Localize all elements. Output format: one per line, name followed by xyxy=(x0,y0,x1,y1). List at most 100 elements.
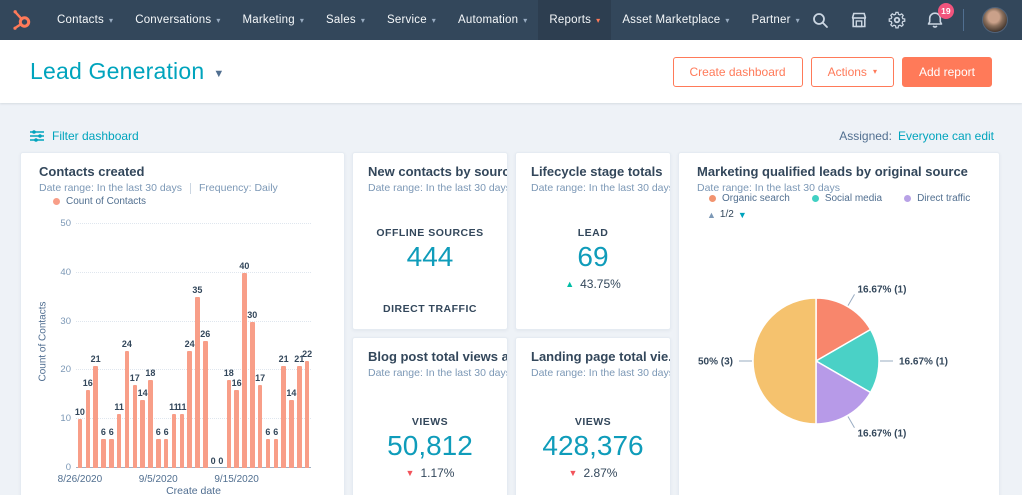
assigned-info: Assigned: Everyone can edit xyxy=(839,129,994,143)
gridline xyxy=(76,369,311,370)
pie-slice-3[interactable] xyxy=(753,298,816,424)
hubspot-logo[interactable] xyxy=(0,0,46,40)
nav-item-sales[interactable]: Sales▾ xyxy=(315,0,376,40)
bar-9/20/2020[interactable] xyxy=(274,439,279,468)
x-tick-label: 8/26/2020 xyxy=(45,474,115,485)
metric-value: 444 xyxy=(353,241,507,273)
metric-delta: ▲ 43.75% xyxy=(516,277,670,291)
nav-item-automation[interactable]: Automation▾ xyxy=(447,0,538,40)
chevron-down-icon: ▾ xyxy=(109,16,113,25)
bar-9/19/2020[interactable] xyxy=(266,439,271,468)
nav-utilities: 19 xyxy=(811,0,1022,40)
bar-9/11/2020[interactable] xyxy=(203,341,208,468)
gridline xyxy=(76,321,311,322)
bar-value-label: 21 xyxy=(83,354,109,364)
bar-9/15/2020[interactable] xyxy=(234,390,239,468)
bar-9/7/2020[interactable] xyxy=(172,414,177,468)
nav-item-conversations[interactable]: Conversations▾ xyxy=(124,0,231,40)
metric-value: 428,376 xyxy=(516,430,670,462)
nav-label: Sales xyxy=(326,14,356,26)
bar-9/24/2020[interactable] xyxy=(305,361,310,468)
bar-9/23/2020[interactable] xyxy=(297,366,302,468)
bar-9/5/2020[interactable] xyxy=(156,439,161,468)
nav-label: Contacts xyxy=(57,14,104,26)
dashboard-title-dropdown[interactable]: Lead Generation ▼ xyxy=(30,58,224,85)
card-subtitle: Date range: In the last 30 days Frequenc… xyxy=(39,182,278,194)
bar-value-label: 40 xyxy=(231,261,257,271)
nav-label: Asset Marketplace xyxy=(622,14,720,26)
y-tick-label: 20 xyxy=(41,364,71,375)
bar-9/22/2020[interactable] xyxy=(289,400,294,468)
bar-8/28/2020[interactable] xyxy=(93,366,98,468)
nav-item-contacts[interactable]: Contacts ▾ xyxy=(46,0,124,40)
legend-dot xyxy=(53,198,60,205)
card-title: Landing page total vie... xyxy=(531,349,671,364)
bar-9/21/2020[interactable] xyxy=(281,366,286,468)
date-range-label: Date range: In the last 30 days xyxy=(39,182,182,194)
filter-bar: Filter dashboard Assigned: Everyone can … xyxy=(0,125,1022,147)
chevron-down-icon: ▼ xyxy=(213,68,224,80)
nav-item-service[interactable]: Service▾ xyxy=(376,0,447,40)
x-tick-label: 9/5/2020 xyxy=(123,474,193,485)
y-axis-title: Count of Contacts xyxy=(38,287,49,397)
pie-slice-label: 16.67% (1) xyxy=(899,357,948,368)
hubspot-dashboard: Contacts ▾ Conversations▾ Marketing ▾ Sale… xyxy=(0,0,1022,495)
chevron-down-icon: ▾ xyxy=(300,16,304,25)
bar-9/9/2020[interactable] xyxy=(187,351,192,468)
create-dashboard-button[interactable]: Create dashboard xyxy=(673,57,803,87)
dashboard-header: Lead Generation ▼ Create dashboard Actio… xyxy=(0,40,1022,103)
card-subtitle: Date range: In the last 30 days xyxy=(368,367,508,379)
delta-value: 43.75% xyxy=(580,277,621,291)
delta-value: 2.87% xyxy=(583,466,617,480)
lifecycle-stage-totals-card: Lifecycle stage totals Date range: In th… xyxy=(515,152,671,330)
settings-gear-icon[interactable] xyxy=(887,10,907,30)
bar-9/3/2020[interactable] xyxy=(140,400,145,468)
search-icon[interactable] xyxy=(811,10,831,30)
y-tick-label: 0 xyxy=(41,462,71,473)
card-subtitle: Date range: In the last 30 days xyxy=(531,182,671,194)
pie-leader-line xyxy=(848,294,855,305)
bar-8/26/2020[interactable] xyxy=(78,419,83,468)
bar-9/14/2020[interactable] xyxy=(227,380,232,468)
bar-9/8/2020[interactable] xyxy=(180,414,185,468)
bar-9/6/2020[interactable] xyxy=(164,439,169,468)
nav-item-asset-marketplace[interactable]: Asset Marketplace▾ xyxy=(611,0,740,40)
header-buttons: Create dashboard Actions▾ Add report xyxy=(673,57,993,87)
nav-label: Conversations xyxy=(135,14,211,26)
nav-item-reports[interactable]: Reports▾ xyxy=(538,0,611,40)
chart-legend[interactable]: Count of Contacts xyxy=(53,196,146,207)
bar-9/4/2020[interactable] xyxy=(148,380,153,468)
nav-label: Marketing xyxy=(243,14,295,26)
delta-value: 1.17% xyxy=(420,466,454,480)
bar-9/17/2020[interactable] xyxy=(250,322,255,468)
metric-label: VIEWS xyxy=(353,416,507,428)
nav-item-marketing[interactable]: Marketing ▾ xyxy=(232,0,316,40)
bar-8/30/2020[interactable] xyxy=(109,439,114,468)
card-subtitle: Date range: In the last 30 days xyxy=(368,182,508,194)
metric-value: 50,812 xyxy=(353,430,507,462)
filter-dashboard-button[interactable]: Filter dashboard xyxy=(30,129,139,143)
bar-8/31/2020[interactable] xyxy=(117,414,122,468)
blog-post-views-card: Blog post total views a... Date range: I… xyxy=(352,337,508,495)
frequency-label: Frequency: Daily xyxy=(199,182,278,194)
gridline xyxy=(76,223,311,224)
add-report-button[interactable]: Add report xyxy=(902,57,992,87)
bar-8/29/2020[interactable] xyxy=(101,439,106,468)
notifications-bell-icon[interactable]: 19 xyxy=(925,10,945,30)
bar-9/16/2020[interactable] xyxy=(242,273,247,468)
bar-value-label: 22 xyxy=(294,349,320,359)
bar-value-label: 24 xyxy=(114,339,140,349)
bar-9/10/2020[interactable] xyxy=(195,297,200,468)
nav-item-partner[interactable]: Partner▾ xyxy=(741,0,811,40)
user-avatar[interactable] xyxy=(982,7,1008,33)
filter-dashboard-label: Filter dashboard xyxy=(52,129,139,143)
assigned-permission-link[interactable]: Everyone can edit xyxy=(898,129,994,143)
new-contacts-by-source-card: New contacts by source Date range: In th… xyxy=(352,152,508,330)
divider xyxy=(190,183,191,194)
actions-button[interactable]: Actions▾ xyxy=(811,57,894,87)
contacts-created-card: Contacts created Date range: In the last… xyxy=(20,152,345,495)
bar-9/1/2020[interactable] xyxy=(125,351,130,468)
notification-badge: 19 xyxy=(938,3,954,19)
marketplace-icon[interactable] xyxy=(849,10,869,30)
bar-8/27/2020[interactable] xyxy=(86,390,91,468)
